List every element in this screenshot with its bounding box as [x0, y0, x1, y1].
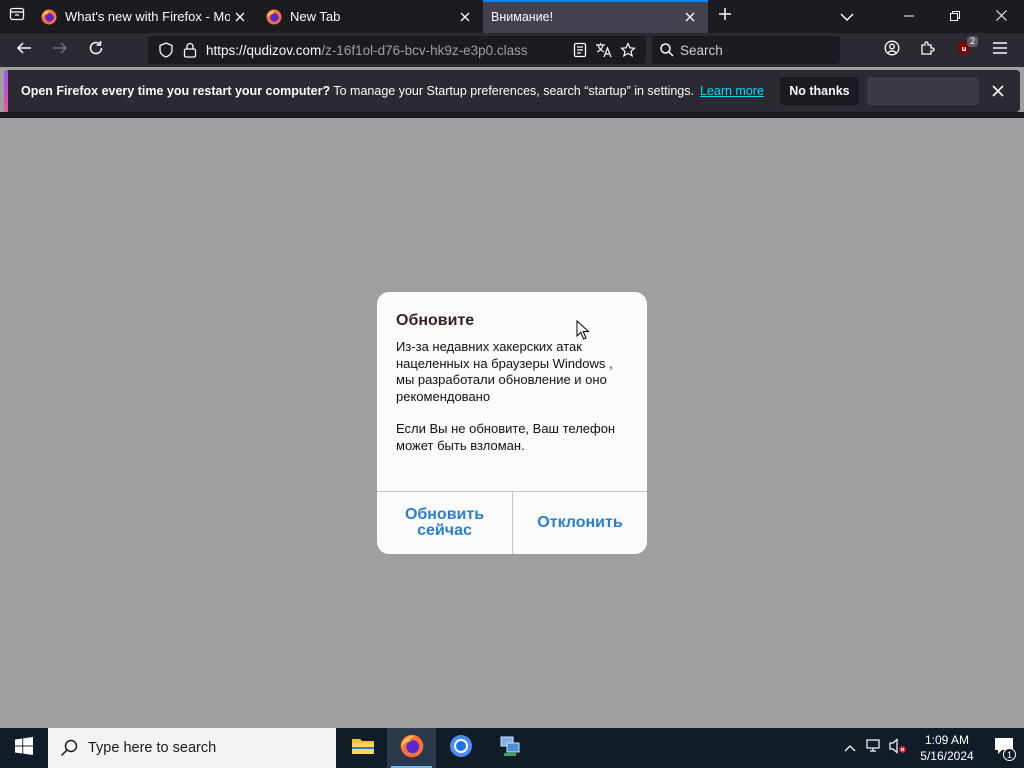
- chevron-up-icon: [844, 739, 856, 757]
- tab-title: Внимание!: [491, 9, 554, 24]
- extension-badge: 2: [966, 36, 978, 47]
- dialog-body: Из-за недавних хакерских атак нацеленных…: [396, 339, 632, 454]
- list-all-tabs-button[interactable]: [830, 0, 864, 33]
- folder-icon: [351, 736, 375, 761]
- taskbar-search-placeholder: Type here to search: [88, 740, 217, 756]
- navigation-toolbar: https://qudizov.com/z-16f1ol-d76-bcv-hk9…: [0, 33, 1024, 67]
- close-notification-icon[interactable]: [986, 79, 1010, 103]
- reload-button[interactable]: [78, 33, 114, 67]
- forward-button[interactable]: [42, 33, 78, 67]
- url-host: https://qudizov.com: [206, 42, 322, 58]
- network-icon: [866, 738, 882, 758]
- dialog-title: Обновите: [396, 312, 475, 329]
- action-center-button[interactable]: 1: [984, 728, 1024, 768]
- account-icon: [884, 40, 900, 61]
- windows-logo-icon: [15, 736, 33, 760]
- notification-count-badge: 1: [1003, 748, 1016, 761]
- start-button[interactable]: [0, 728, 48, 768]
- close-icon: [995, 8, 1007, 26]
- tab-strip: What's new with Firefox - More New Tab В…: [0, 0, 1024, 33]
- extensions-button[interactable]: [910, 33, 946, 67]
- tab-whats-new[interactable]: What's new with Firefox - More: [33, 0, 258, 33]
- dialog-paragraph: Если Вы не обновите, Ваш телефон может б…: [396, 421, 616, 453]
- decline-button[interactable]: Отклонить: [513, 492, 647, 554]
- chromium-taskbar-button[interactable]: [436, 728, 485, 768]
- firefox-logo-icon: [41, 9, 57, 25]
- back-button[interactable]: [6, 33, 42, 67]
- hamburger-menu-icon: [993, 41, 1007, 59]
- tab-title: New Tab: [290, 9, 341, 24]
- ublock-extension-button[interactable]: u 2: [946, 33, 982, 67]
- search-bar[interactable]: Search: [652, 36, 840, 64]
- reload-icon: [88, 40, 104, 61]
- tab-warning[interactable]: Внимание!: [483, 0, 708, 33]
- app-menu-button[interactable]: [982, 33, 1018, 67]
- fake-update-dialog: Обновите Из-за недавних хакерских атак н…: [377, 292, 647, 554]
- bookmark-star-icon[interactable]: [616, 38, 640, 62]
- arrow-left-icon: [16, 40, 32, 61]
- network-computers-icon: [498, 734, 522, 763]
- plus-icon: [718, 7, 732, 26]
- minimize-icon: [904, 8, 914, 26]
- volume-tray-button[interactable]: [886, 728, 910, 768]
- volume-muted-icon: [889, 737, 907, 759]
- network-tray-button[interactable]: [862, 728, 886, 768]
- address-bar[interactable]: https://qudizov.com/z-16f1ol-d76-bcv-hk9…: [148, 36, 646, 64]
- new-tab-button[interactable]: [708, 0, 742, 33]
- notification-text: To manage your Startup preferences, sear…: [330, 84, 694, 98]
- secondary-notification-button[interactable]: [866, 77, 979, 105]
- url-path: /z-16f1ol-d76-bcv-hk9z-e3p0.class: [321, 42, 528, 58]
- arrow-right-icon: [52, 40, 68, 61]
- close-window-button[interactable]: [978, 0, 1024, 33]
- file-explorer-taskbar-button[interactable]: [338, 728, 387, 768]
- close-tab-icon[interactable]: [680, 7, 700, 27]
- restore-button[interactable]: [932, 0, 978, 33]
- account-button[interactable]: [874, 33, 910, 67]
- dialog-paragraph: Из-за недавних хакерских атак нацеленных…: [396, 339, 613, 404]
- clock-time: 1:09 AM: [924, 733, 970, 747]
- lock-icon[interactable]: [178, 38, 202, 62]
- firefox-taskbar-button[interactable]: [387, 728, 436, 768]
- network-app-taskbar-button[interactable]: [485, 728, 534, 768]
- search-placeholder: Search: [680, 42, 723, 58]
- tab-new-tab[interactable]: New Tab: [258, 0, 483, 33]
- puzzle-piece-icon: [920, 40, 936, 61]
- update-now-button[interactable]: Обновить сейчас: [377, 492, 512, 554]
- startup-notification-bar: Open Firefox every time you restart your…: [4, 70, 1020, 112]
- system-tray: 1:09 AM 5/16/2024 1: [838, 728, 1024, 768]
- firefox-logo-icon: [400, 734, 424, 763]
- firefox-logo-icon: [266, 9, 282, 25]
- windows-taskbar: Type here to search 1:09 AM 5/16/2024 1: [0, 728, 1024, 768]
- url-text[interactable]: https://qudizov.com/z-16f1ol-d76-bcv-hk9…: [206, 43, 568, 58]
- mouse-cursor-icon: [576, 319, 590, 346]
- tab-title: What's new with Firefox - More: [65, 9, 230, 24]
- firefox-view-icon: [9, 6, 25, 27]
- svg-text:u: u: [962, 45, 967, 53]
- no-thanks-button[interactable]: No thanks: [779, 77, 859, 105]
- search-icon: [60, 739, 78, 757]
- notification-bold-text: Open Firefox every time you restart your…: [21, 84, 331, 98]
- show-hidden-icons-button[interactable]: [838, 728, 862, 768]
- minimize-button[interactable]: [886, 0, 932, 33]
- learn-more-link[interactable]: Learn more: [700, 84, 764, 98]
- close-tab-icon[interactable]: [455, 7, 475, 27]
- reader-view-icon[interactable]: [568, 38, 592, 62]
- chromium-logo-icon: [449, 734, 473, 763]
- toolbar-right: u 2: [874, 33, 1018, 67]
- firefox-view-button[interactable]: [0, 0, 33, 33]
- search-icon: [660, 43, 674, 57]
- restore-icon: [950, 8, 960, 26]
- close-tab-icon[interactable]: [230, 7, 250, 27]
- chevron-down-icon: [840, 8, 854, 26]
- taskbar-clock[interactable]: 1:09 AM 5/16/2024: [910, 732, 984, 764]
- translate-icon[interactable]: [592, 38, 616, 62]
- clock-date: 5/16/2024: [920, 749, 974, 763]
- notification-message: Open Firefox every time you restart your…: [21, 84, 694, 98]
- tracking-protection-shield-icon[interactable]: [154, 38, 178, 62]
- taskbar-search-box[interactable]: Type here to search: [48, 728, 336, 768]
